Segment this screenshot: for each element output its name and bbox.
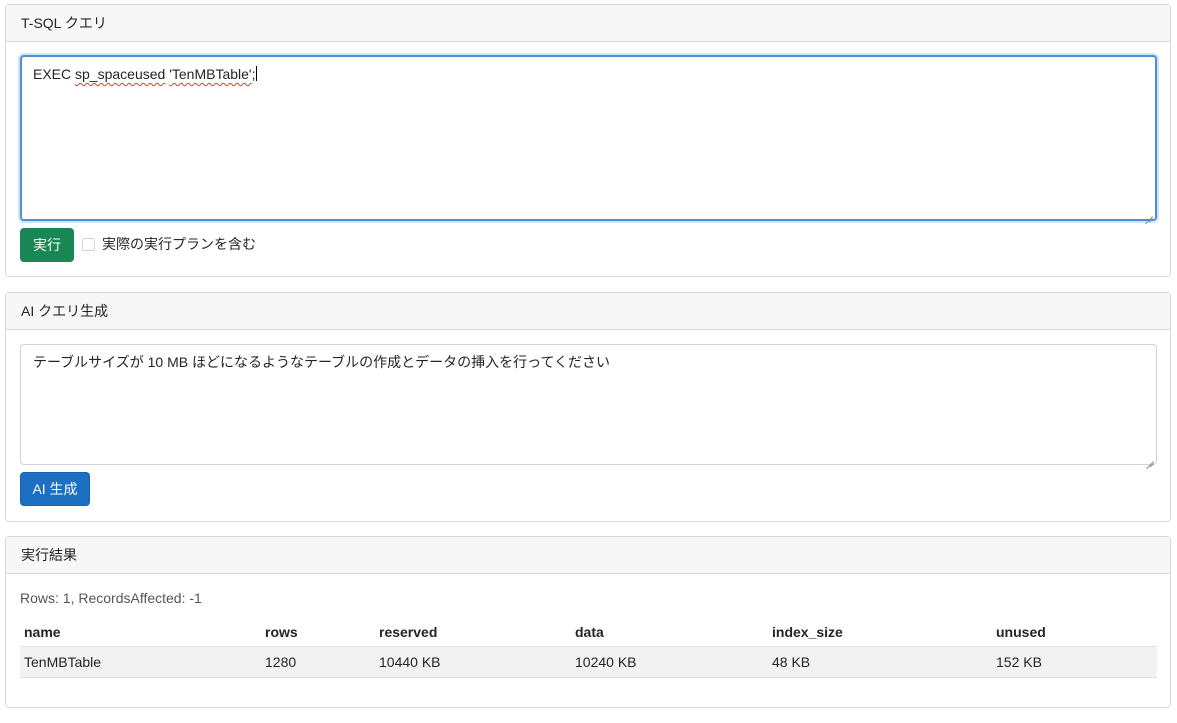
- ai-query-card: AI クエリ生成 テーブルサイズが 10 MB ほどになるようなテーブルの作成と…: [5, 292, 1171, 522]
- result-card-title: 実行結果: [6, 537, 1170, 574]
- ai-prompt-input[interactable]: テーブルサイズが 10 MB ほどになるようなテーブルの作成とデータの挿入を行っ…: [20, 344, 1157, 465]
- tsql-card-title: T-SQL クエリ: [6, 5, 1170, 42]
- column-header-data: data: [575, 623, 604, 640]
- table-cell: 10240 KB: [571, 645, 768, 678]
- column-header-name: name: [24, 623, 61, 640]
- tsql-query-input[interactable]: EXEC sp_spaceused 'TenMBTable';: [20, 55, 1157, 221]
- table-cell: 10440 KB: [375, 645, 571, 678]
- run-button[interactable]: 実行: [20, 228, 74, 262]
- table-header-row: name rows reserved data index_size unuse…: [20, 618, 1157, 646]
- column-header-rows: rows: [265, 623, 298, 640]
- resize-grip-icon[interactable]: [1145, 209, 1153, 217]
- query-text-misspelled: sp_spaceused: [75, 66, 166, 82]
- ai-card-title: AI クエリ生成: [6, 293, 1170, 330]
- result-table: name rows reserved data index_size unuse…: [20, 618, 1157, 678]
- table-cell: 1280: [261, 645, 375, 678]
- table-cell: TenMBTable: [20, 645, 261, 678]
- include-plan-checkbox[interactable]: [82, 238, 95, 251]
- query-text-misspelled: 'TenMBTable': [169, 66, 252, 82]
- result-summary: Rows: 1, RecordsAffected: -1: [20, 590, 202, 606]
- text-caret: [256, 66, 258, 81]
- ai-generate-button[interactable]: AI 生成: [20, 472, 90, 506]
- column-header-unused: unused: [996, 623, 1046, 640]
- table-cell: 152 KB: [992, 645, 1157, 678]
- column-header-index-size: index_size: [772, 623, 843, 640]
- include-plan-label[interactable]: 実際の実行プランを含む: [102, 234, 256, 254]
- tsql-query-card: T-SQL クエリ EXEC sp_spaceused 'TenMBTable'…: [5, 4, 1171, 277]
- query-text-part: ;: [251, 66, 256, 82]
- query-text-part: EXEC: [33, 66, 76, 82]
- table-row: TenMBTable 1280 10440 KB 10240 KB 48 KB …: [20, 645, 1157, 678]
- ai-prompt-text: テーブルサイズが 10 MB ほどになるようなテーブルの作成とデータの挿入を行っ…: [33, 354, 611, 370]
- resize-grip-icon[interactable]: [1146, 454, 1154, 462]
- table-cell: 48 KB: [768, 645, 992, 678]
- column-header-reserved: reserved: [379, 623, 438, 640]
- result-card: 実行結果 Rows: 1, RecordsAffected: -1 name r…: [5, 536, 1171, 708]
